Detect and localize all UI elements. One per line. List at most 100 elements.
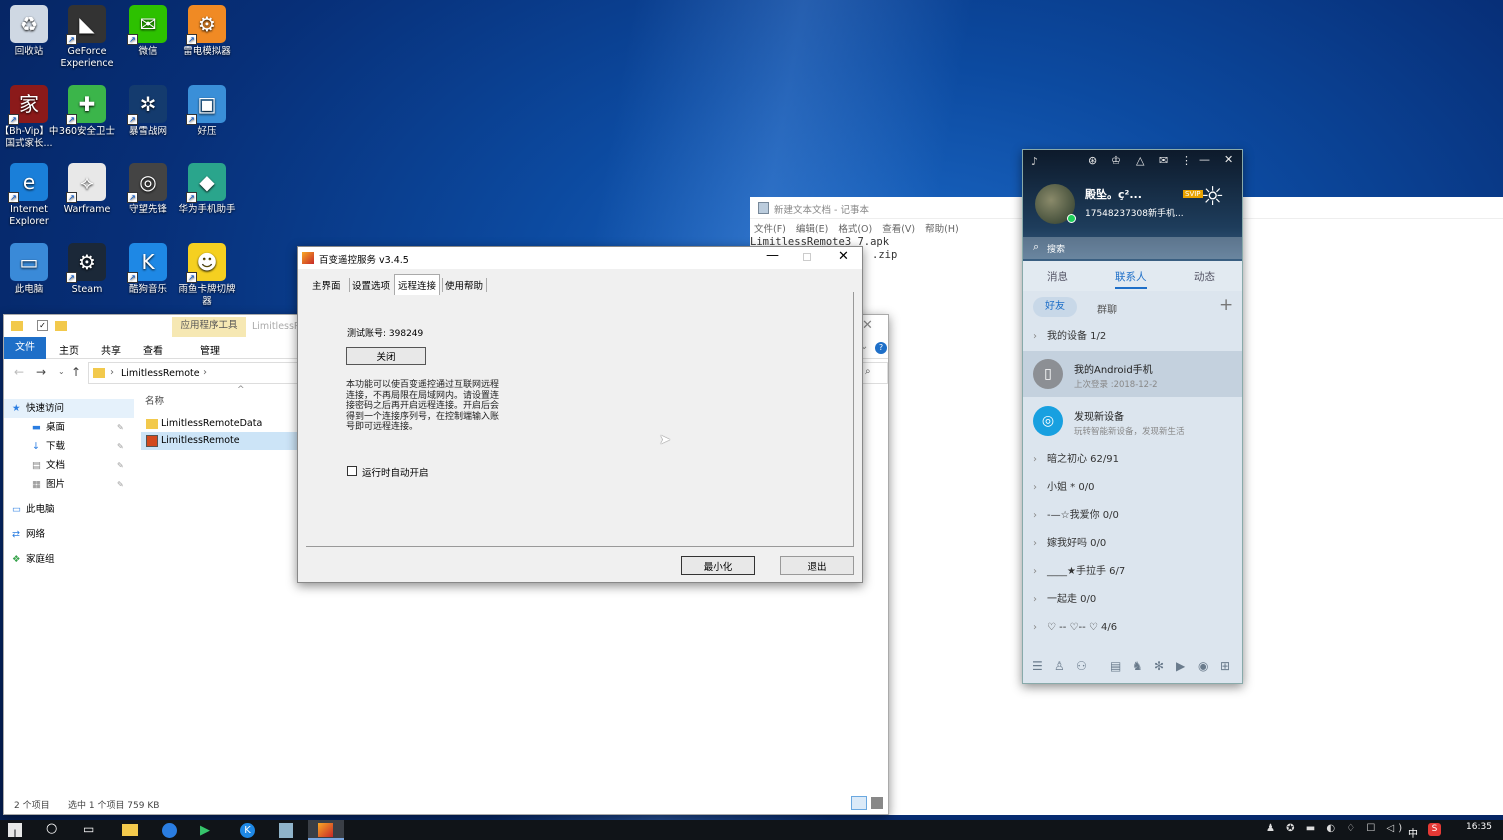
ribbon-tab-home[interactable]: 主页	[59, 342, 79, 357]
bell-icon[interactable]: ♪	[1031, 155, 1038, 168]
friend-group-item[interactable]: 暗之初心 62/91	[1023, 446, 1242, 474]
forward-arrow-icon[interactable]: →	[36, 365, 46, 379]
notepad-icon[interactable]	[279, 823, 293, 838]
friend-group-item[interactable]: ♡ -- ♡-- ♡ 4/6	[1023, 614, 1242, 642]
search-icon[interactable]: ○	[46, 821, 57, 836]
task-view-icon[interactable]: ▭	[83, 822, 94, 836]
notepad-menu-item[interactable]: 编辑(E)	[796, 224, 828, 235]
qq-panel[interactable]: ♪ ⊛ ♔ △ ✉ ⋮ — ✕ 殿坠。ç²... SVIP 1754823730…	[1022, 149, 1243, 684]
browser-icon[interactable]	[162, 823, 177, 838]
maximize-icon[interactable]	[803, 253, 811, 261]
subtab-friends[interactable]: 好友	[1033, 297, 1077, 317]
friend-group-item[interactable]: ____★手拉手 6/7	[1023, 558, 1242, 586]
back-arrow-icon[interactable]: ←	[14, 365, 24, 379]
tab-main[interactable]: 主界面	[312, 278, 341, 292]
friend-group-item[interactable]: 一起走 0/0	[1023, 586, 1242, 614]
ribbon-tab-manage[interactable]: 管理	[200, 342, 220, 357]
ribbon-tab-file[interactable]: 文件	[4, 337, 46, 359]
desktop-shortcut[interactable]: ◣ ↗ GeForce Experience	[56, 5, 118, 70]
nav-item[interactable]: ❖ 家庭组	[4, 550, 134, 569]
file-explorer-icon[interactable]	[122, 824, 138, 836]
notepad-menu-item[interactable]: 文件(F)	[754, 224, 786, 235]
column-header-name[interactable]: 名称	[145, 393, 164, 407]
list-item[interactable]: LimitlessRemoteData	[141, 415, 301, 433]
qq-signature[interactable]: 17548237308新手机...	[1085, 206, 1184, 219]
nav-item[interactable]: ▦ 图片 ✎	[4, 475, 134, 494]
breadcrumb-folder[interactable]: LimitlessRemote	[121, 368, 200, 379]
tab-messages[interactable]: 消息	[1047, 269, 1068, 284]
notepad-menu-item[interactable]: 帮助(H)	[925, 224, 959, 235]
list-item-selected[interactable]: LimitlessRemote	[141, 432, 301, 450]
explorer-close-icon[interactable]: ✕	[862, 318, 873, 333]
music-icon[interactable]: ◉	[1198, 659, 1208, 673]
ribbon-tab-share[interactable]: 共享	[101, 342, 121, 357]
snowflake-icon[interactable]: ✻	[1154, 659, 1164, 673]
desktop-shortcut[interactable]: 家 ↗ 【Bh-Vip】中国式家长...	[0, 85, 60, 150]
alert-icon[interactable]: △	[1136, 154, 1144, 167]
desktop-shortcut[interactable]: ◎ ↗ 守望先锋	[117, 163, 179, 216]
nav-item[interactable]: ▬ 桌面 ✎	[4, 418, 134, 437]
qat-folder-icon[interactable]	[55, 321, 67, 331]
auto-start-label[interactable]: 运行时自动开启	[362, 465, 429, 479]
desktop-shortcut[interactable]: ✚ ↗ 360安全卫士	[56, 85, 118, 138]
nav-item[interactable]: ⇄ 网络	[4, 525, 134, 544]
friend-group-item[interactable]: -—☆我爱你 0/0	[1023, 502, 1242, 530]
nav-item[interactable]: ★ 快速访问	[4, 399, 134, 418]
shirt-icon[interactable]: ♔	[1111, 154, 1121, 167]
subtab-groups[interactable]: 群聊	[1097, 301, 1117, 316]
qq-close-icon[interactable]: ✕	[1224, 153, 1233, 166]
remote-service-dialog[interactable]: 百变遥控服务 v3.4.5 — ✕ 主界面 设置选项 远程连接 使用帮助 测试账…	[297, 246, 863, 583]
qq-minimize-icon[interactable]: —	[1199, 153, 1210, 166]
nav-item[interactable]: ▭ 此电脑	[4, 500, 134, 519]
vip-badge[interactable]: SVIP	[1183, 190, 1203, 198]
find-icon[interactable]: ⚇	[1076, 659, 1087, 673]
desktop-shortcut[interactable]: K ↗ 酷狗音乐	[117, 243, 179, 296]
ldplayer-icon[interactable]: ▶	[200, 823, 210, 838]
notepad-menu-item[interactable]: 查看(V)	[882, 224, 915, 235]
desktop-shortcut[interactable]: ◆ ↗ 华为手机助手	[176, 163, 238, 216]
desktop-shortcut[interactable]: ▭ 此电脑	[0, 243, 60, 296]
game-icon[interactable]: ♞	[1132, 659, 1143, 673]
desktop-shortcut[interactable]: ▣ ↗ 好压	[176, 85, 238, 138]
video-icon[interactable]: ▶	[1176, 659, 1185, 673]
nav-item[interactable]: ↓ 下载 ✎	[4, 437, 134, 456]
qat-check-icon[interactable]: ✓	[37, 320, 48, 331]
add-icon[interactable]: +	[1219, 295, 1233, 315]
recent-dropdown-icon[interactable]: ⌄	[58, 367, 65, 376]
minimize-button[interactable]: 最小化	[681, 556, 755, 575]
qq-nickname[interactable]: 殿坠。ç²...	[1085, 186, 1142, 202]
notepad-menu-item[interactable]: 格式(O)	[838, 224, 872, 235]
close-remote-button[interactable]: 关闭	[346, 347, 426, 365]
desktop-shortcut[interactable]: e ↗ Internet Explorer	[0, 163, 60, 228]
details-view-icon[interactable]	[851, 796, 867, 810]
auto-start-checkbox[interactable]	[347, 466, 357, 476]
friend-group-item[interactable]: 小姐 * 0/0	[1023, 474, 1242, 502]
nav-item[interactable]: ▤ 文档 ✎	[4, 456, 134, 475]
mail-icon[interactable]: ✉	[1159, 154, 1168, 167]
tab-feeds[interactable]: 动态	[1194, 269, 1215, 284]
settings-icon[interactable]: ⊛	[1088, 154, 1097, 167]
tab-settings[interactable]: 设置选项	[349, 278, 390, 292]
desktop-shortcut[interactable]: ☻ ↗ 雨鱼卡牌切牌器	[176, 243, 238, 308]
apps-grid-icon[interactable]: ⊞	[1220, 659, 1230, 673]
tab-help[interactable]: 使用帮助	[442, 278, 488, 292]
large-icons-view-icon[interactable]	[871, 797, 883, 809]
add-friend-icon[interactable]: ♙	[1054, 659, 1065, 673]
ribbon-tab-view[interactable]: 查看	[143, 342, 163, 357]
gallery-icon[interactable]: ▤	[1110, 659, 1121, 673]
tab-contacts[interactable]: 联系人	[1115, 269, 1147, 289]
qq-search-input[interactable]: ⌕ 搜索	[1023, 237, 1242, 259]
search-icon[interactable]: ⌕	[865, 366, 871, 377]
up-arrow-icon[interactable]: ↑	[71, 365, 81, 379]
desktop-shortcut[interactable]: ⚙ ↗ Steam	[56, 243, 118, 296]
exit-button[interactable]: 退出	[780, 556, 854, 575]
device-item-android[interactable]: ▯ 我的Android手机 上次登录 :2018-12-2	[1023, 351, 1242, 397]
desktop-shortcut[interactable]: ♻ 回收站	[0, 5, 60, 58]
close-icon[interactable]: ✕	[838, 249, 849, 264]
start-windows-icon[interactable]	[8, 823, 22, 837]
remote-app-taskbar-icon[interactable]	[308, 820, 344, 840]
kugou-icon[interactable]: K	[240, 823, 255, 838]
device-item-discover[interactable]: ◎ 发现新设备 玩转智能新设备，发现新生活	[1023, 398, 1242, 444]
main-menu-icon[interactable]: ☰	[1032, 659, 1043, 673]
desktop-shortcut[interactable]: ⚙ ↗ 雷电模拟器	[176, 5, 238, 58]
